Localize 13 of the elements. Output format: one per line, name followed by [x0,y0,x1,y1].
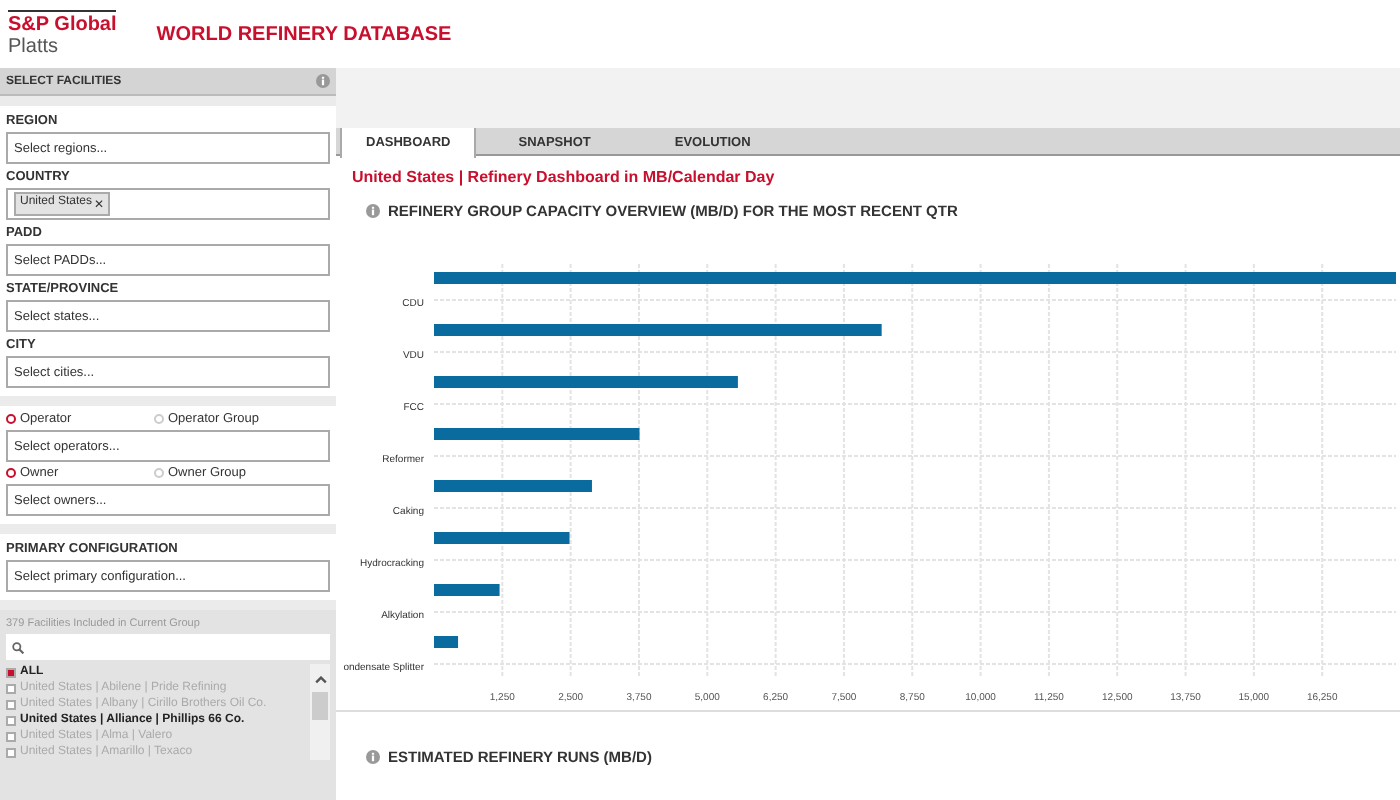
app-title: WORLD REFINERY DATABASE [156,23,452,45]
search-field[interactable] [6,634,330,660]
info-icon[interactable] [316,74,330,88]
scrollbar[interactable] [310,664,330,760]
capacity-bar [434,636,459,648]
capacity-bar [434,532,570,544]
chevron-up-icon[interactable] [313,676,327,684]
info-icon[interactable] [366,204,380,218]
logo: S&P Global Platts [8,10,117,58]
info-icon[interactable] [366,750,380,764]
capacity-bar [434,584,500,596]
dashboard-subtitle: United States | Refinery Dashboard in MB/Calendar Day [352,168,777,186]
search-icon [12,641,24,653]
